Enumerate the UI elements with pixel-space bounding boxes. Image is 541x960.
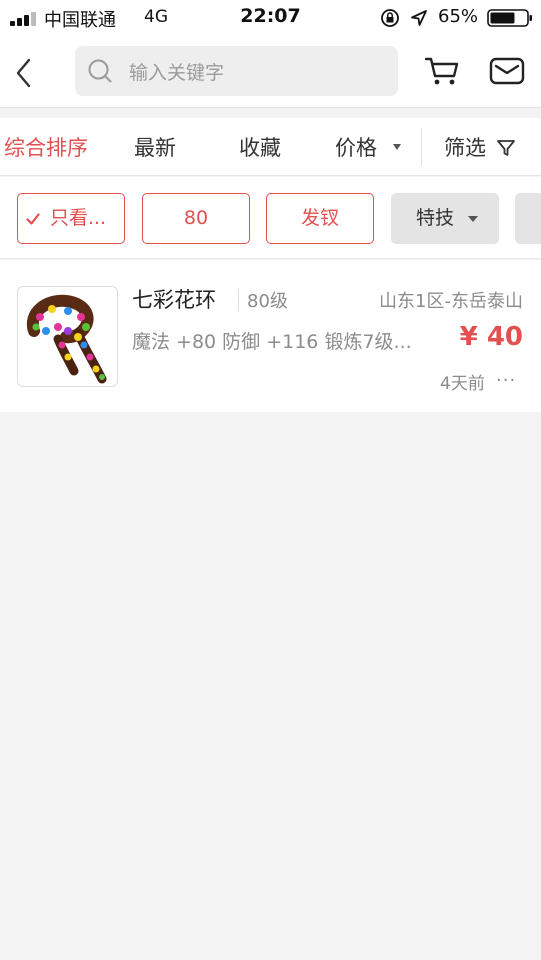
item-name: 七彩花环 bbox=[132, 288, 216, 312]
sort-favorites[interactable]: 收藏 bbox=[239, 132, 281, 162]
location-icon bbox=[411, 10, 427, 26]
item-stats: 魔法 +80 防御 +116 锻炼7级... bbox=[132, 331, 412, 353]
price-dropdown-arrow-icon bbox=[393, 144, 401, 150]
chip-special-skill[interactable]: 特技 bbox=[391, 193, 499, 244]
item-thumbnail bbox=[17, 286, 118, 387]
sort-comprehensive[interactable]: 综合排序 bbox=[4, 132, 88, 162]
chip-label: 80 bbox=[183, 207, 209, 229]
filter-icon bbox=[497, 140, 515, 156]
battery-percent: 65% bbox=[438, 6, 479, 27]
item-time: 4天前 bbox=[440, 374, 485, 394]
more-options-icon[interactable]: ··· bbox=[496, 370, 516, 391]
back-icon[interactable] bbox=[12, 56, 38, 90]
chip-label: 特技 bbox=[415, 207, 454, 229]
lock-rotation-icon bbox=[381, 9, 399, 27]
tag-chip-bar: 只看... 80 发钗 特技 bbox=[0, 177, 541, 259]
search-placeholder: 输入关键字 bbox=[129, 62, 225, 84]
search-input[interactable]: 输入关键字 bbox=[75, 46, 398, 96]
chip-level-80[interactable]: 80 bbox=[142, 193, 250, 244]
list-item[interactable]: 七彩花环 80级 山东1区-东岳泰山 魔法 +80 防御 +116 锻炼7级..… bbox=[0, 260, 541, 412]
sort-newest[interactable]: 最新 bbox=[134, 132, 176, 162]
item-level: 80级 bbox=[247, 291, 288, 312]
item-price: ¥ 40 bbox=[459, 322, 523, 352]
sort-divider bbox=[421, 128, 422, 166]
flower-wreath-image bbox=[26, 294, 107, 384]
status-bar: 中国联通 4G 22:07 65% bbox=[0, 0, 541, 36]
name-divider bbox=[238, 289, 239, 311]
header: 输入关键字 bbox=[0, 36, 541, 108]
filter-button[interactable]: 筛选 bbox=[444, 132, 486, 162]
check-icon bbox=[26, 213, 40, 225]
chip-hairpin[interactable]: 发钗 bbox=[266, 193, 374, 244]
cart-icon[interactable] bbox=[424, 55, 460, 87]
search-icon bbox=[88, 59, 112, 83]
chip-label: 发钗 bbox=[300, 207, 339, 229]
mail-icon[interactable] bbox=[489, 56, 525, 86]
battery-icon bbox=[487, 9, 532, 27]
item-server: 山东1区-东岳泰山 bbox=[379, 291, 523, 312]
chip-partial[interactable] bbox=[515, 193, 541, 244]
sort-bar: 综合排序 最新 收藏 价格 筛选 bbox=[0, 118, 541, 176]
chip-label: 只看... bbox=[49, 207, 107, 229]
chip-only-view[interactable]: 只看... bbox=[17, 193, 125, 244]
chevron-down-icon bbox=[468, 216, 478, 222]
sort-price[interactable]: 价格 bbox=[335, 132, 377, 162]
